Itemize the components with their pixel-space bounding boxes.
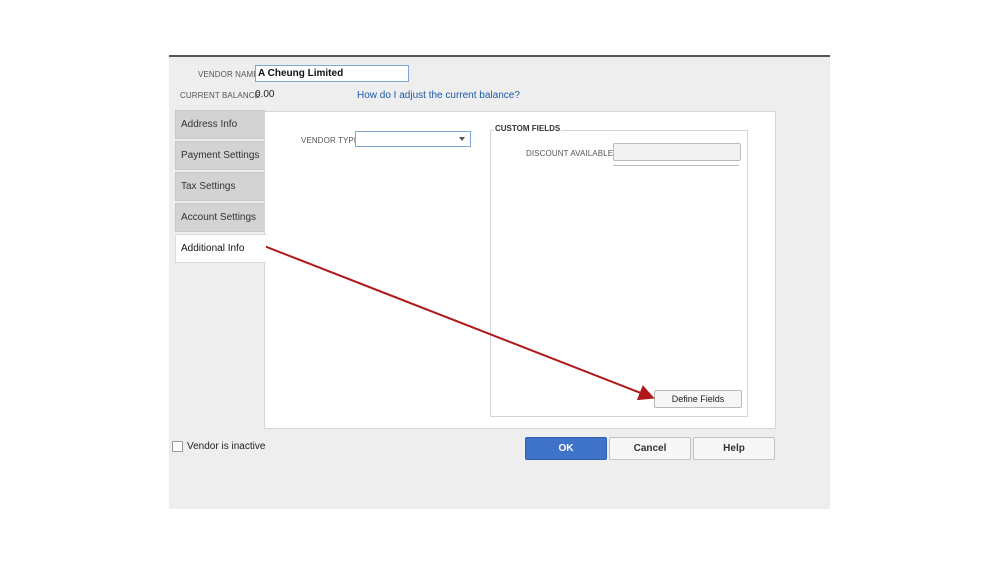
chevron-down-icon: [459, 137, 465, 141]
tab-payment-settings[interactable]: Payment Settings: [175, 141, 265, 170]
custom-fields-box: DISCOUNT AVAILABLE Define Fields: [490, 130, 748, 417]
tab-tax-settings[interactable]: Tax Settings: [175, 172, 265, 201]
tab-address-info[interactable]: Address Info: [175, 110, 265, 139]
tab-account-settings[interactable]: Account Settings: [175, 203, 265, 232]
current-balance-label: CURRENT BALANCE: [180, 91, 261, 100]
discount-available-label: DISCOUNT AVAILABLE: [526, 149, 614, 158]
current-balance-value: 0.00: [255, 89, 275, 100]
vendor-inactive-checkbox[interactable]: [172, 441, 183, 452]
additional-info-panel: VENDOR TYPE DISCOUNT AVAILABLE Define Fi…: [264, 111, 776, 429]
vendor-name-label: VENDOR NAME: [198, 70, 259, 79]
adjust-balance-link[interactable]: How do I adjust the current balance?: [357, 90, 520, 101]
vendor-inactive-label: Vendor is inactive: [187, 441, 266, 452]
custom-fields-title: CUSTOM FIELDS: [494, 124, 562, 133]
vendor-type-label: VENDOR TYPE: [301, 136, 360, 145]
vendor-tabs: Address Info Payment Settings Tax Settin…: [175, 110, 266, 265]
edit-vendor-dialog: VENDOR NAME A Cheung Limited CURRENT BAL…: [169, 55, 830, 509]
help-button[interactable]: Help: [693, 437, 775, 460]
vendor-type-select[interactable]: [355, 131, 471, 147]
tab-additional-info[interactable]: Additional Info: [175, 234, 266, 263]
ok-button[interactable]: OK: [525, 437, 607, 460]
vendor-name-input[interactable]: A Cheung Limited: [255, 65, 409, 82]
cancel-button[interactable]: Cancel: [609, 437, 691, 460]
define-fields-button[interactable]: Define Fields: [654, 390, 742, 408]
vendor-inactive-checkbox-row[interactable]: Vendor is inactive: [172, 441, 265, 452]
discount-available-input[interactable]: [613, 143, 741, 161]
divider: [613, 165, 739, 166]
